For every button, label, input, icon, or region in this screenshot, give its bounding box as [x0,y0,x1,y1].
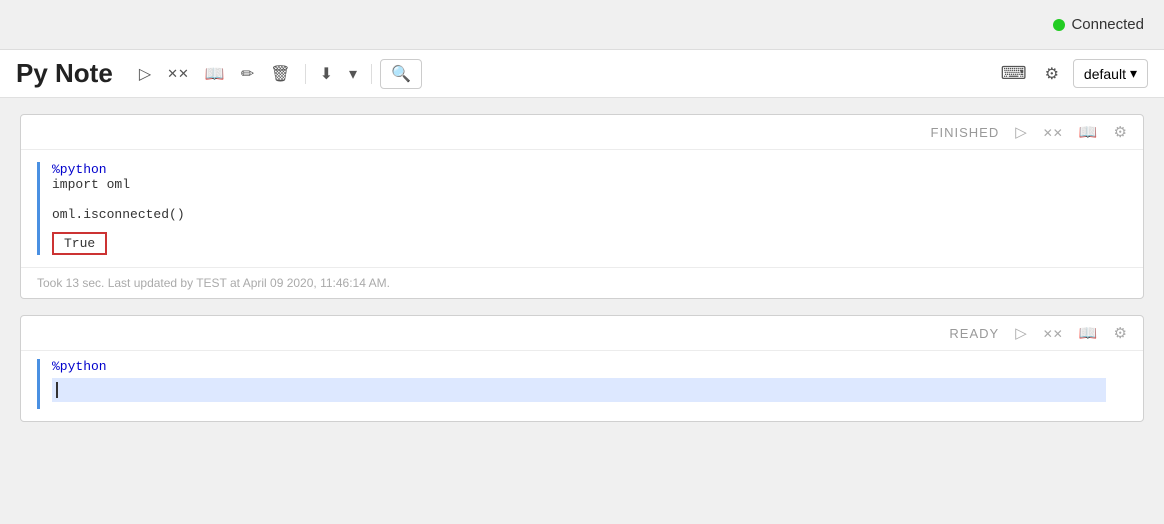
pen-button[interactable]: ✏ [235,60,260,88]
cell-2-code-area: %python [37,359,1127,409]
cell-2-code-content: %python [52,359,1127,409]
cell-2-book-button[interactable]: 📖 [1075,322,1102,344]
cell-2-run-button[interactable]: ▷ [1011,322,1031,344]
connected-dot [1053,19,1065,31]
code-line-2: import oml [52,177,1127,192]
cell-1-code-area: %python import oml oml.isconnected() Tru… [37,162,1127,255]
run-icon: ▷ [139,64,151,84]
book-icon: 📖 [205,64,225,84]
toolbar-left: Py Note ▷ ✕✕ 📖 ✏ 🗑 ⬇ ▾ [16,58,422,89]
search-button[interactable]: 🔍 [380,59,422,89]
download-icon: ⬇ [320,64,333,84]
cell-2-interrupt-button[interactable]: ✕✕ [1039,323,1067,344]
cell-2-body: %python [21,351,1143,421]
trash-icon: 🗑 [270,64,290,84]
search-icon: 🔍 [391,64,411,84]
run-button[interactable]: ▷ [133,60,157,88]
notebook-cell-1: FINISHED ▷ ✕✕ 📖 ⚙ %python import oml oml… [20,114,1144,299]
pen-icon: ✏ [241,64,254,84]
trash-button[interactable]: 🗑 [264,60,296,88]
cell-2-header: READY ▷ ✕✕ 📖 ⚙ [21,316,1143,351]
cell-2-status: READY [949,326,999,341]
default-dropdown-arrow-icon: ▾ [1130,65,1137,82]
cell-2-blue-bar [37,359,40,409]
cell-2-settings-button[interactable]: ⚙ [1110,322,1131,344]
cursor-caret [56,382,58,398]
download-dropdown-button[interactable]: ▾ [343,60,363,88]
cell-2-cursor-line[interactable] [52,378,1106,402]
separator-2 [371,64,372,84]
code-line-3: oml.isconnected() [52,207,1127,222]
cell-1-status: FINISHED [931,125,1000,140]
default-dropdown-button[interactable]: default ▾ [1073,59,1148,88]
cell-2-run-icon: ▷ [1015,325,1027,342]
settings-button[interactable]: ⚙ [1041,60,1063,88]
cell-1-interrupt-button[interactable]: ✕✕ [1039,122,1067,143]
dropdown-arrow-icon: ▾ [349,64,357,84]
cell-interrupt-icon: ✕✕ [1043,126,1063,140]
connection-status: Connected [1053,16,1144,33]
main-toolbar: Py Note ▷ ✕✕ 📖 ✏ 🗑 ⬇ ▾ [0,50,1164,98]
cell-1-run-button[interactable]: ▷ [1011,121,1031,143]
gear-icon: ⚙ [1045,66,1059,83]
cell-2-book-icon: 📖 [1079,325,1098,342]
cell-1-blue-bar [37,162,40,255]
cell-1-header: FINISHED ▷ ✕✕ 📖 ⚙ [21,115,1143,150]
keyboard-icon: ⌨ [1001,63,1027,83]
connected-label: Connected [1071,16,1144,33]
keyboard-button[interactable]: ⌨ [997,59,1031,88]
toolbar-right: ⌨ ⚙ default ▾ [997,59,1148,88]
cell-book-icon: 📖 [1079,124,1098,141]
cell-run-icon: ▷ [1015,124,1027,141]
default-label: default [1084,66,1126,82]
cell-2-interrupt-icon: ✕✕ [1043,327,1063,341]
interrupt-button[interactable]: ✕✕ [161,62,195,86]
interrupt-icon: ✕✕ [167,66,189,82]
code-magic-line: %python [52,162,107,177]
cell-2-magic-line: %python [52,359,107,374]
cell-1-output: True [52,232,107,255]
cell-1-code-content: %python import oml oml.isconnected() Tru… [52,162,1127,255]
main-content: FINISHED ▷ ✕✕ 📖 ⚙ %python import oml oml… [0,98,1164,438]
book-button[interactable]: 📖 [199,60,231,88]
toolbar-icons: ▷ ✕✕ 📖 ✏ 🗑 ⬇ ▾ 🔍 [133,59,422,89]
app-title: Py Note [16,58,113,89]
cell-1-footer: Took 13 sec. Last updated by TEST at Apr… [21,267,1143,298]
cell-settings-icon: ⚙ [1114,124,1127,141]
cell-1-settings-button[interactable]: ⚙ [1110,121,1131,143]
cell-1-body: %python import oml oml.isconnected() Tru… [21,150,1143,267]
separator-1 [305,64,306,84]
cell-1-book-button[interactable]: 📖 [1075,121,1102,143]
notebook-cell-2: READY ▷ ✕✕ 📖 ⚙ %python [20,315,1144,422]
top-bar: Connected [0,0,1164,50]
download-button[interactable]: ⬇ [314,60,339,88]
cell-2-settings-icon: ⚙ [1114,325,1127,342]
